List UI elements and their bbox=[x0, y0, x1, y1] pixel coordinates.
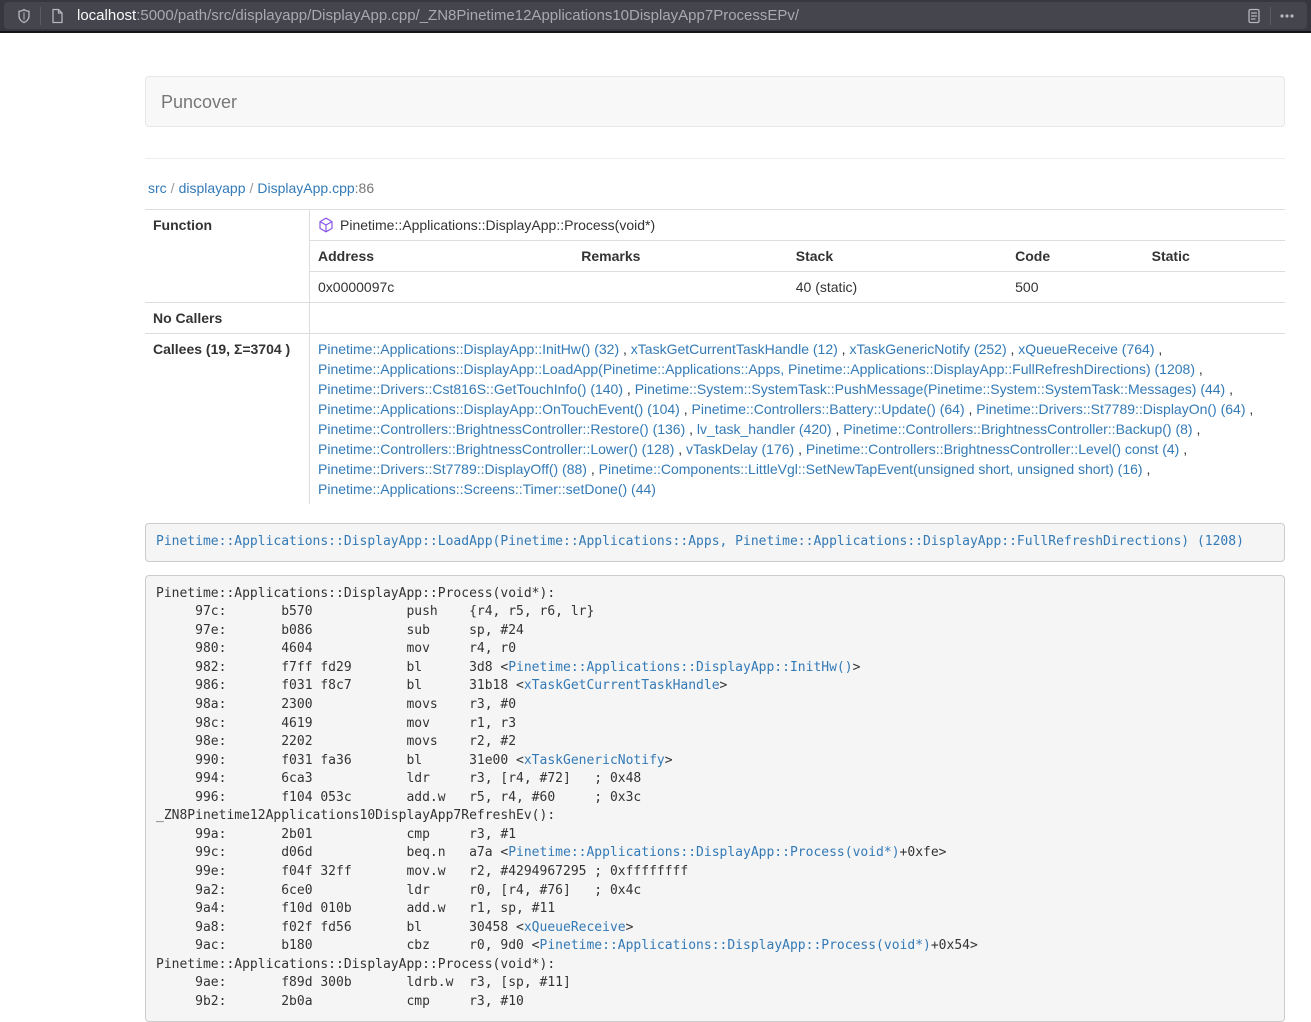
column-header-static: Static bbox=[1144, 241, 1285, 272]
shield-icon[interactable] bbox=[12, 4, 36, 28]
browser-toolbar: localhost:5000/path/src/displayapp/Displ… bbox=[0, 0, 1311, 33]
breadcrumb-link-src[interactable]: src bbox=[148, 180, 167, 196]
callee-link[interactable]: Pinetime::Controllers::BrightnessControl… bbox=[318, 421, 685, 437]
static-value bbox=[1144, 272, 1285, 303]
breadcrumb-link-displayapp[interactable]: displayapp bbox=[179, 180, 246, 196]
reader-mode-icon[interactable] bbox=[1242, 4, 1266, 28]
callees-label: Callees (19, Σ=3704 ) bbox=[145, 334, 310, 505]
callees-row: Callees (19, Σ=3704 ) Pinetime::Applicat… bbox=[145, 334, 1285, 505]
callee-link[interactable]: Pinetime::Applications::DisplayApp::OnTo… bbox=[318, 401, 680, 417]
code-size-value: 500 bbox=[1007, 272, 1144, 303]
column-header-code: Code bbox=[1007, 241, 1144, 272]
page-actions-ellipsis-icon[interactable] bbox=[1275, 4, 1299, 28]
code-symbol-link[interactable]: Pinetime::Applications::DisplayApp::Proc… bbox=[540, 938, 931, 953]
table-row: 0x0000097c 40 (static) 500 bbox=[310, 272, 1285, 303]
callee-link[interactable]: Pinetime::Drivers::Cst816S::GetTouchInfo… bbox=[318, 381, 623, 397]
callee-link[interactable]: Pinetime::Controllers::BrightnessControl… bbox=[843, 421, 1192, 437]
function-name: Pinetime::Applications::DisplayApp::Proc… bbox=[340, 215, 655, 235]
column-header-address: Address bbox=[310, 241, 573, 272]
selected-symbol-link[interactable]: Pinetime::Applications::DisplayApp::Load… bbox=[156, 534, 1244, 549]
callee-link[interactable]: Pinetime::Controllers::BrightnessControl… bbox=[806, 441, 1179, 457]
toolbar-separator bbox=[1270, 7, 1271, 25]
no-callers-label: No Callers bbox=[145, 303, 310, 334]
callee-link[interactable]: vTaskDelay (176) bbox=[686, 441, 794, 457]
code-symbol-link[interactable]: Pinetime::Applications::DisplayApp::Proc… bbox=[508, 845, 899, 860]
url-host: localhost bbox=[77, 7, 136, 24]
function-stats-row: Address Remarks Stack Code Static 0x0000… bbox=[145, 241, 1285, 303]
column-header-stack: Stack bbox=[788, 241, 1007, 272]
url-text[interactable]: localhost:5000/path/src/displayapp/Displ… bbox=[77, 7, 1242, 24]
callers-row: No Callers bbox=[145, 303, 1285, 334]
callee-link[interactable]: Pinetime::Drivers::St7789::DisplayOff() … bbox=[318, 461, 587, 477]
toolbar-separator bbox=[40, 7, 41, 25]
callee-link[interactable]: xQueueReceive (764) bbox=[1018, 341, 1154, 357]
column-header-remarks: Remarks bbox=[573, 241, 788, 272]
function-label: Function bbox=[145, 210, 310, 241]
breadcrumb: src/displayapp/DisplayApp.cpp:86 bbox=[145, 159, 1285, 209]
breadcrumb-separator: / bbox=[246, 180, 258, 196]
selected-symbol-box: Pinetime::Applications::DisplayApp::Load… bbox=[145, 523, 1285, 562]
page-content: Puncover src/displayapp/DisplayApp.cpp:8… bbox=[145, 76, 1285, 1022]
callee-link[interactable]: Pinetime::Components::LittleVgl::SetNewT… bbox=[599, 461, 1143, 477]
callee-link[interactable]: xTaskGenericNotify (252) bbox=[849, 341, 1006, 357]
url-bar[interactable]: localhost:5000/path/src/displayapp/Displ… bbox=[4, 2, 1307, 29]
function-table: Function Pinetime::Applications::Display… bbox=[145, 209, 1285, 504]
page-icon[interactable] bbox=[45, 4, 69, 28]
assembly-listing: Pinetime::Applications::DisplayApp::Proc… bbox=[145, 575, 1285, 1022]
code-symbol-link[interactable]: xTaskGenericNotify bbox=[524, 753, 665, 768]
app-brand[interactable]: Puncover bbox=[146, 92, 252, 112]
callee-link[interactable]: Pinetime::Drivers::St7789::DisplayOn() (… bbox=[976, 401, 1245, 417]
code-symbol-link[interactable]: xQueueReceive bbox=[524, 920, 626, 935]
breadcrumb-line-number: :86 bbox=[355, 180, 374, 196]
callee-link[interactable]: Pinetime::System::SystemTask::PushMessag… bbox=[635, 381, 1226, 397]
callee-link[interactable]: Pinetime::Controllers::Battery::Update()… bbox=[692, 401, 965, 417]
callee-link[interactable]: xTaskGetCurrentTaskHandle (12) bbox=[631, 341, 838, 357]
function-stats-table: Address Remarks Stack Code Static 0x0000… bbox=[310, 241, 1285, 302]
stack-value: 40 (static) bbox=[788, 272, 1007, 303]
remarks-value bbox=[573, 272, 788, 303]
function-row: Function Pinetime::Applications::Display… bbox=[145, 210, 1285, 241]
symbol-cube-icon bbox=[318, 217, 334, 233]
callee-link[interactable]: Pinetime::Applications::DisplayApp::Load… bbox=[318, 361, 1195, 377]
callee-link[interactable]: Pinetime::Controllers::BrightnessControl… bbox=[318, 441, 674, 457]
callee-link[interactable]: Pinetime::Applications::Screens::Timer::… bbox=[318, 481, 656, 497]
app-navbar: Puncover bbox=[145, 76, 1285, 127]
callee-link[interactable]: Pinetime::Applications::DisplayApp::Init… bbox=[318, 341, 619, 357]
breadcrumb-separator: / bbox=[167, 180, 179, 196]
callee-link[interactable]: lv_task_handler (420) bbox=[697, 421, 832, 437]
address-value: 0x0000097c bbox=[310, 272, 573, 303]
breadcrumb-link-file[interactable]: DisplayApp.cpp bbox=[257, 180, 354, 196]
url-path: :5000/path/src/displayapp/DisplayApp.cpp… bbox=[136, 7, 799, 24]
code-symbol-link[interactable]: xTaskGetCurrentTaskHandle bbox=[524, 678, 720, 693]
callees-list: Pinetime::Applications::DisplayApp::Init… bbox=[310, 334, 1286, 505]
code-symbol-link[interactable]: Pinetime::Applications::DisplayApp::Init… bbox=[508, 660, 852, 675]
